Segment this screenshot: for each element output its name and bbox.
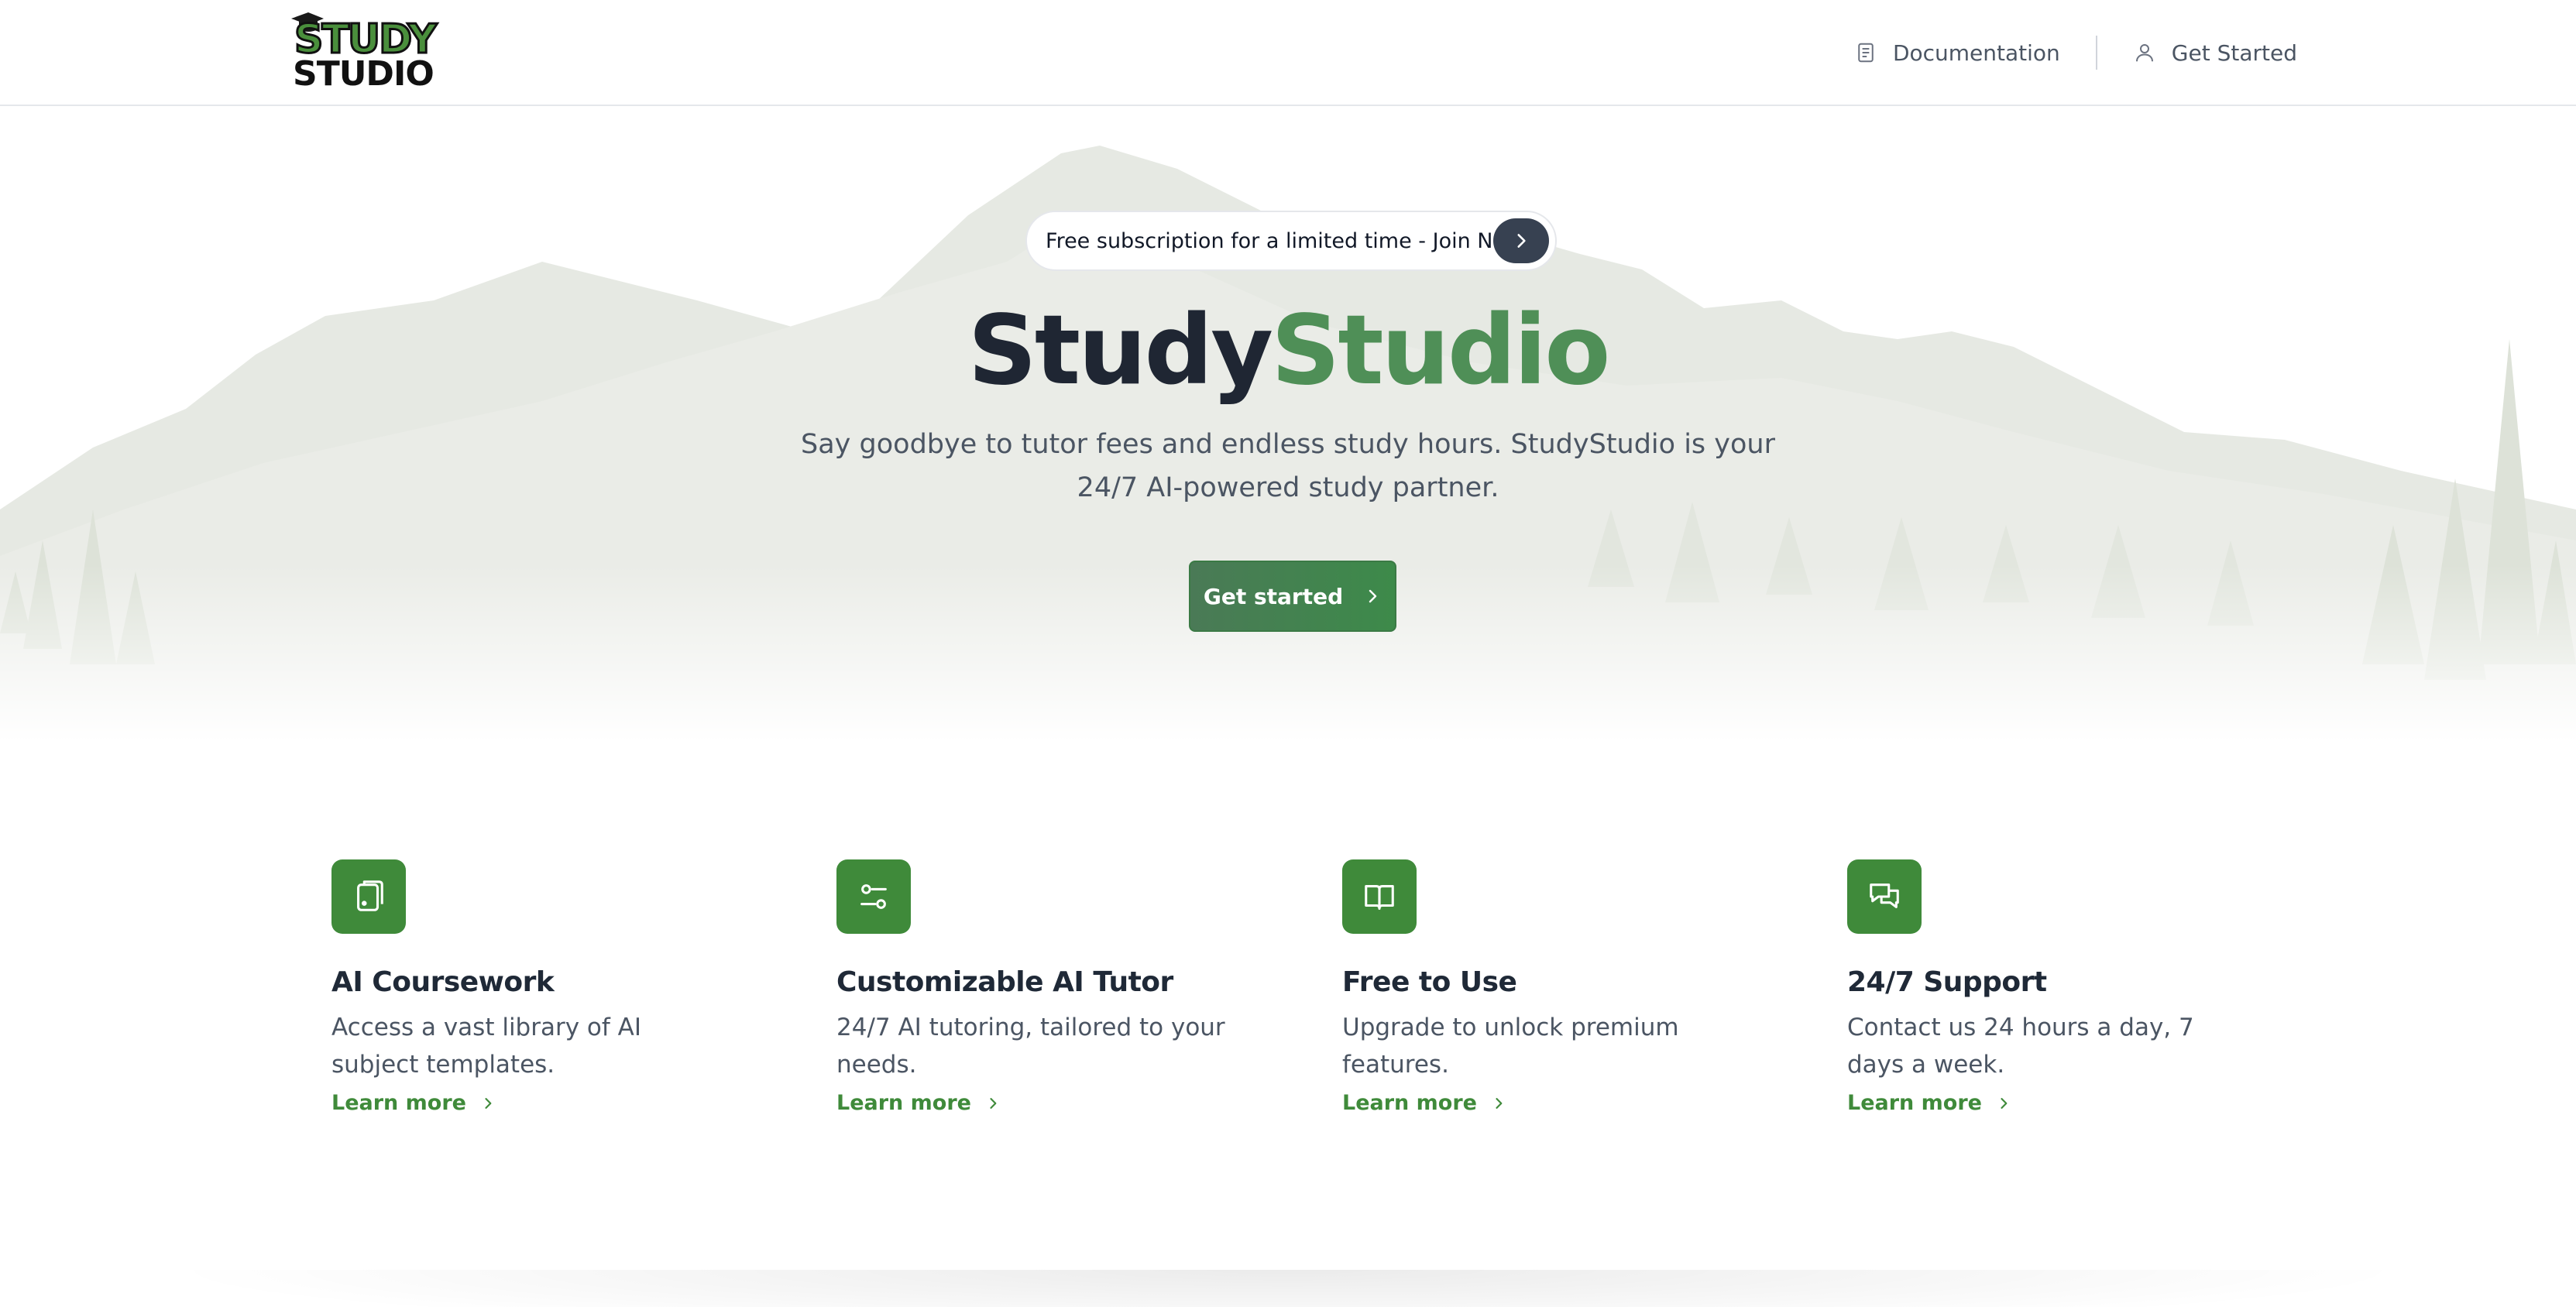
chevron-right-icon	[990, 1097, 997, 1109]
chevron-right-icon	[1369, 589, 1377, 603]
learn-more-link[interactable]: Learn more	[1847, 1091, 2281, 1115]
chat-bubbles-icon	[1870, 883, 1899, 908]
section-shadow	[155, 1270, 2421, 1307]
promo-text: Free subscription for a limited time - J…	[1046, 228, 1523, 253]
nav-divider	[2095, 36, 2097, 70]
sliders-icon	[860, 884, 887, 909]
book-open-icon	[1365, 885, 1394, 910]
study-studio-logo[interactable]: STUDY STUDIO	[288, 9, 441, 94]
get-started-link[interactable]: Get Started	[2133, 40, 2297, 66]
feature-description: 24/7 AI tutoring, tailored to your needs…	[836, 1014, 1225, 1079]
title-studio: Studio	[1271, 295, 1610, 407]
feature-title: AI Coursework	[331, 966, 555, 998]
feature-description: Access a vast library of AI subject temp…	[331, 1014, 642, 1079]
hero-section: Free subscription for a limited time - J…	[0, 107, 2576, 742]
hero-subtitle: Say goodbye to tutor fees and endless st…	[801, 429, 1775, 503]
feature-description: Upgrade to unlock premium features.	[1342, 1014, 1679, 1079]
document-icon	[1858, 43, 1874, 63]
title-study: Study	[967, 295, 1273, 407]
feature-title: Free to Use	[1342, 966, 1517, 998]
features-section: AI Coursework Access a vast library of A…	[0, 859, 2576, 1169]
learn-more-label: Learn more	[1847, 1091, 1982, 1115]
feature-icon-box	[331, 859, 406, 934]
get-started-label: Get Started	[2171, 39, 2297, 66]
page-title: StudyStudio	[0, 293, 2576, 409]
feature-card: AI Coursework Access a vast library of A…	[331, 859, 765, 1115]
chevron-right-icon	[2001, 1097, 2008, 1109]
chevron-right-icon	[1496, 1097, 1503, 1109]
page: STUDY STUDIO Documentation Get Started F…	[0, 0, 2576, 1307]
learn-more-label: Learn more	[1342, 1091, 1477, 1115]
learn-more-link[interactable]: Learn more	[836, 1091, 1270, 1115]
feature-icon-box	[1847, 859, 1922, 934]
feature-card: 24/7 Support Contact us 24 hours a day, …	[1847, 859, 2281, 1115]
top-navbar: STUDY STUDIO Documentation Get Started	[0, 0, 2576, 106]
learn-more-label: Learn more	[836, 1091, 971, 1115]
svg-text:STUDIO: STUDIO	[293, 54, 434, 90]
documentation-link[interactable]: Documentation	[1854, 40, 2060, 66]
documentation-label: Documentation	[1892, 39, 2060, 66]
cta-label: Get started	[1203, 583, 1344, 609]
feature-icon-box	[1342, 859, 1417, 934]
chevron-right-icon	[485, 1097, 492, 1109]
chevron-right-icon	[1517, 234, 1526, 248]
promo-arrow-button[interactable]	[1493, 218, 1549, 263]
learn-more-link[interactable]: Learn more	[331, 1091, 765, 1115]
feature-description: Contact us 24 hours a day, 7 days a week…	[1847, 1014, 2194, 1079]
tablet-icon	[357, 880, 383, 911]
learn-more-label: Learn more	[331, 1091, 466, 1115]
get-started-button[interactable]: Get started	[1189, 561, 1396, 632]
feature-card: Free to Use Upgrade to unlock premium fe…	[1342, 859, 1776, 1115]
header-nav: Documentation Get Started	[1854, 33, 2297, 73]
feature-card: Customizable AI Tutor 24/7 AI tutoring, …	[836, 859, 1270, 1115]
feature-icon-box	[836, 859, 911, 934]
learn-more-link[interactable]: Learn more	[1342, 1091, 1776, 1115]
feature-title: 24/7 Support	[1847, 966, 2047, 998]
feature-title: Customizable AI Tutor	[836, 966, 1173, 998]
user-icon	[2135, 44, 2153, 62]
promo-banner[interactable]: Free subscription for a limited time - J…	[1025, 211, 1557, 271]
